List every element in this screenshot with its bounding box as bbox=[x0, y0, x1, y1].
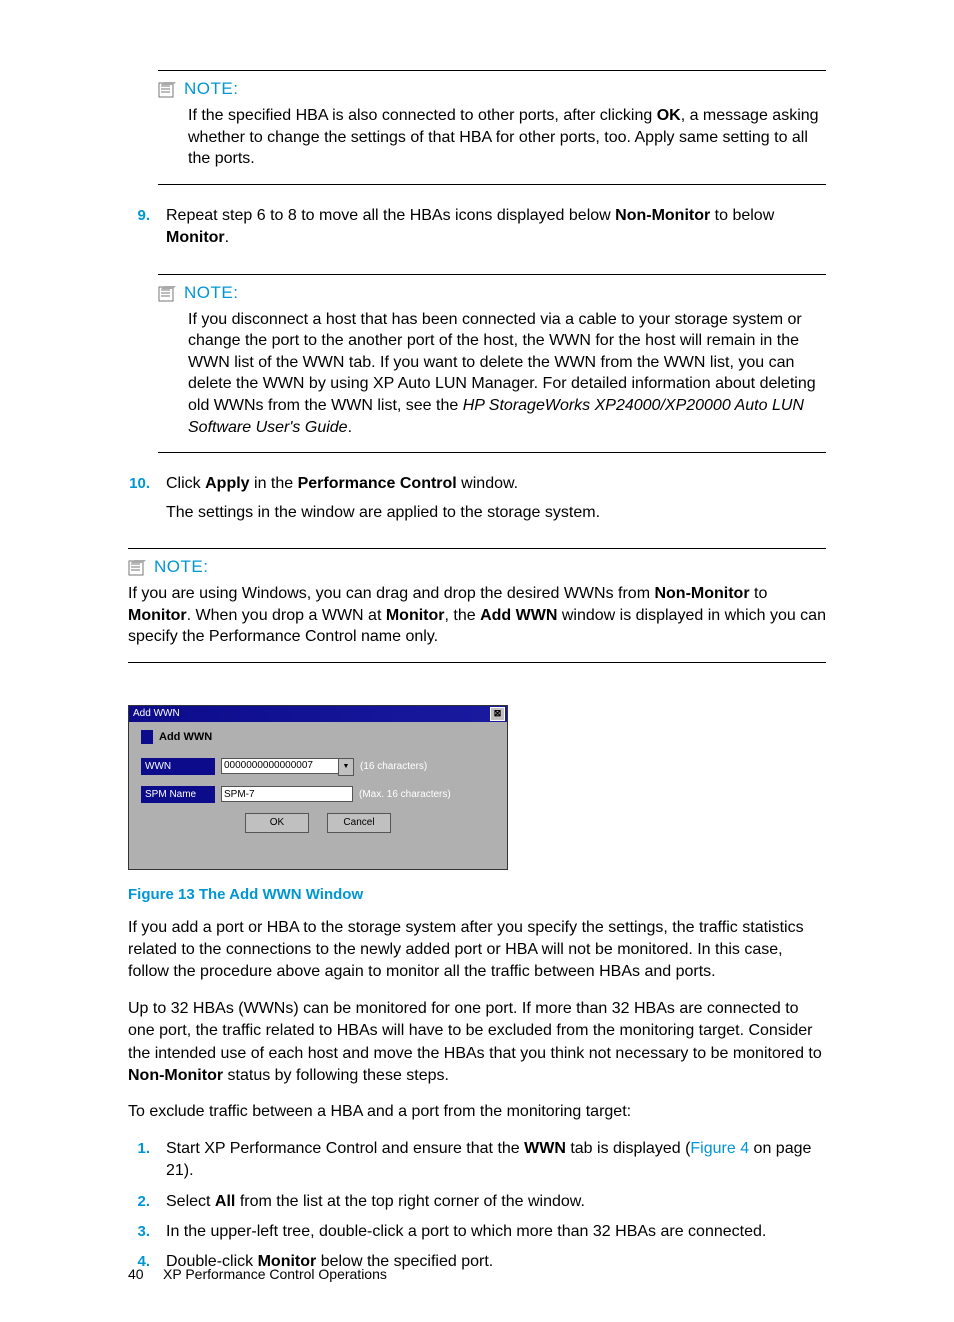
text: to below bbox=[710, 207, 774, 224]
text-bold: Non-Monitor bbox=[615, 207, 710, 224]
list-number: 9. bbox=[128, 205, 150, 250]
spm-name-input[interactable] bbox=[221, 786, 353, 802]
text: window. bbox=[457, 475, 518, 492]
add-wwn-dialog: Add WWN ⊠ Add WWN WWN ▼ (16 characters) bbox=[128, 705, 508, 870]
paragraph: Up to 32 HBAs (WWNs) can be monitored fo… bbox=[128, 998, 826, 1088]
text-bold: Non-Monitor bbox=[128, 1067, 223, 1084]
text: Start XP Performance Control and ensure … bbox=[166, 1140, 524, 1157]
text: If you are using Windows, you can drag a… bbox=[128, 585, 654, 602]
list-item: 2. Select All from the list at the top r… bbox=[128, 1191, 826, 1213]
text: If the specified HBA is also connected t… bbox=[188, 107, 657, 124]
list-item: 3. In the upper-left tree, double-click … bbox=[128, 1221, 826, 1243]
dialog-titlebar: Add WWN ⊠ bbox=[129, 706, 507, 722]
text-bold: All bbox=[215, 1193, 235, 1210]
pencil-note-icon bbox=[128, 558, 148, 576]
paragraph: To exclude traffic between a HBA and a p… bbox=[128, 1101, 826, 1123]
ok-button[interactable]: OK bbox=[245, 813, 309, 833]
page-number: 40 bbox=[128, 1266, 144, 1282]
note-block: NOTE: If you are using Windows, you can … bbox=[128, 548, 826, 663]
list-number: 1. bbox=[128, 1138, 150, 1183]
text-bold: Monitor bbox=[386, 607, 445, 624]
heading-text: Add WWN bbox=[159, 731, 212, 743]
list-item: 1. Start XP Performance Control and ensu… bbox=[128, 1138, 826, 1183]
paragraph: If you add a port or HBA to the storage … bbox=[128, 917, 826, 984]
text: in the bbox=[250, 475, 298, 492]
square-icon bbox=[141, 730, 153, 744]
text-bold: Apply bbox=[205, 475, 249, 492]
text: . bbox=[348, 419, 352, 436]
text-bold: Monitor bbox=[128, 607, 187, 624]
note-body: If you are using Windows, you can drag a… bbox=[128, 583, 826, 648]
note-body: If you disconnect a host that has been c… bbox=[188, 309, 826, 439]
note-block: NOTE: If you disconnect a host that has … bbox=[158, 274, 826, 454]
spm-hint: (Max. 16 characters) bbox=[359, 789, 451, 800]
note-label: NOTE: bbox=[184, 283, 238, 303]
cancel-button[interactable]: Cancel bbox=[327, 813, 391, 833]
list-number: 3. bbox=[128, 1221, 150, 1243]
text-bold: Performance Control bbox=[298, 475, 457, 492]
text-bold: WWN bbox=[524, 1140, 566, 1157]
text: Repeat step 6 to 8 to move all the HBAs … bbox=[166, 207, 615, 224]
text-bold: Non-Monitor bbox=[654, 585, 749, 602]
text: , the bbox=[445, 607, 481, 624]
list-item: 10. Click Apply in the Performance Contr… bbox=[128, 473, 826, 524]
wwn-row: WWN ▼ (16 characters) bbox=[141, 758, 495, 776]
list-item: 9. Repeat step 6 to 8 to move all the HB… bbox=[128, 205, 826, 250]
note-body: If the specified HBA is also connected t… bbox=[188, 105, 826, 170]
text: . When you drop a WWN at bbox=[187, 607, 386, 624]
text-bold: Add WWN bbox=[480, 607, 557, 624]
pencil-note-icon bbox=[158, 80, 178, 98]
text: Select bbox=[166, 1193, 215, 1210]
wwn-input[interactable] bbox=[221, 758, 339, 774]
text: to bbox=[750, 585, 768, 602]
text-bold: OK bbox=[657, 107, 681, 124]
list-number: 2. bbox=[128, 1191, 150, 1213]
dropdown-icon[interactable]: ▼ bbox=[338, 758, 354, 776]
figure-caption: Figure 13 The Add WWN Window bbox=[128, 886, 826, 903]
dialog-heading: Add WWN bbox=[141, 730, 495, 744]
text: The settings in the window are applied t… bbox=[166, 502, 826, 524]
spm-row: SPM Name (Max. 16 characters) bbox=[141, 786, 495, 803]
text: tab is displayed ( bbox=[566, 1140, 691, 1157]
wwn-hint: (16 characters) bbox=[360, 761, 427, 772]
note-label: NOTE: bbox=[154, 557, 208, 577]
pencil-note-icon bbox=[158, 284, 178, 302]
figure-4-link[interactable]: Figure 4 bbox=[690, 1140, 749, 1157]
text: from the list at the top right corner of… bbox=[235, 1193, 585, 1210]
text-bold: Monitor bbox=[166, 229, 225, 246]
page-footer: 40 XP Performance Control Operations bbox=[128, 1266, 387, 1282]
text: Up to 32 HBAs (WWNs) can be monitored fo… bbox=[128, 1000, 822, 1062]
close-icon[interactable]: ⊠ bbox=[490, 707, 505, 721]
wwn-label: WWN bbox=[141, 758, 215, 775]
text: If you add a port or HBA to the storage … bbox=[128, 919, 804, 981]
note-block: NOTE: If the specified HBA is also conne… bbox=[158, 70, 826, 185]
list-number: 10. bbox=[128, 473, 150, 524]
text: Click bbox=[166, 475, 205, 492]
text: In the upper-left tree, double-click a p… bbox=[166, 1223, 766, 1240]
text: To exclude traffic between a HBA and a p… bbox=[128, 1103, 631, 1120]
text: status by following these steps. bbox=[223, 1067, 449, 1084]
spm-label: SPM Name bbox=[141, 786, 215, 803]
dialog-title: Add WWN bbox=[133, 708, 180, 719]
note-label: NOTE: bbox=[184, 79, 238, 99]
footer-title: XP Performance Control Operations bbox=[163, 1266, 387, 1282]
text: . bbox=[225, 229, 229, 246]
